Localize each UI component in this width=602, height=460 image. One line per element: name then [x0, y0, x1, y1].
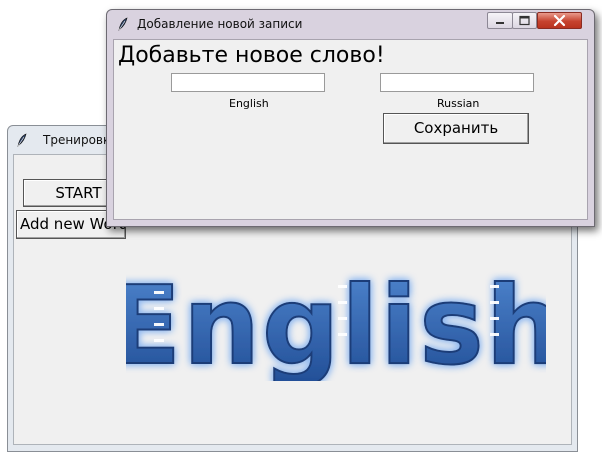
- russian-word-input[interactable]: [380, 73, 534, 92]
- save-button[interactable]: Сохранить: [383, 113, 529, 144]
- english-label: English: [229, 97, 269, 110]
- maximize-icon: [519, 15, 530, 26]
- add-entry-dialog-title: Добавление новой записи: [137, 17, 303, 31]
- feather-icon: [117, 16, 129, 35]
- dialog-heading: Добавьте новое слово!: [118, 43, 385, 68]
- english-logo-text: English: [126, 264, 546, 381]
- english-word-input[interactable]: [171, 73, 325, 92]
- close-button[interactable]: [537, 12, 582, 29]
- close-icon: [553, 14, 566, 27]
- maximize-button[interactable]: [512, 12, 537, 29]
- add-entry-dialog-client: Добавьте новое слово! English Russian Со…: [113, 39, 588, 220]
- add-entry-dialog-titlebar[interactable]: Добавление новой записи: [107, 10, 594, 36]
- feather-icon: [16, 132, 28, 151]
- minimize-button[interactable]: [487, 12, 513, 29]
- english-logo: English: [126, 263, 546, 381]
- russian-label: Russian: [437, 97, 480, 110]
- add-entry-dialog: Добавление новой записи Добавьте новое с…: [106, 9, 595, 227]
- minimize-icon: [496, 22, 504, 24]
